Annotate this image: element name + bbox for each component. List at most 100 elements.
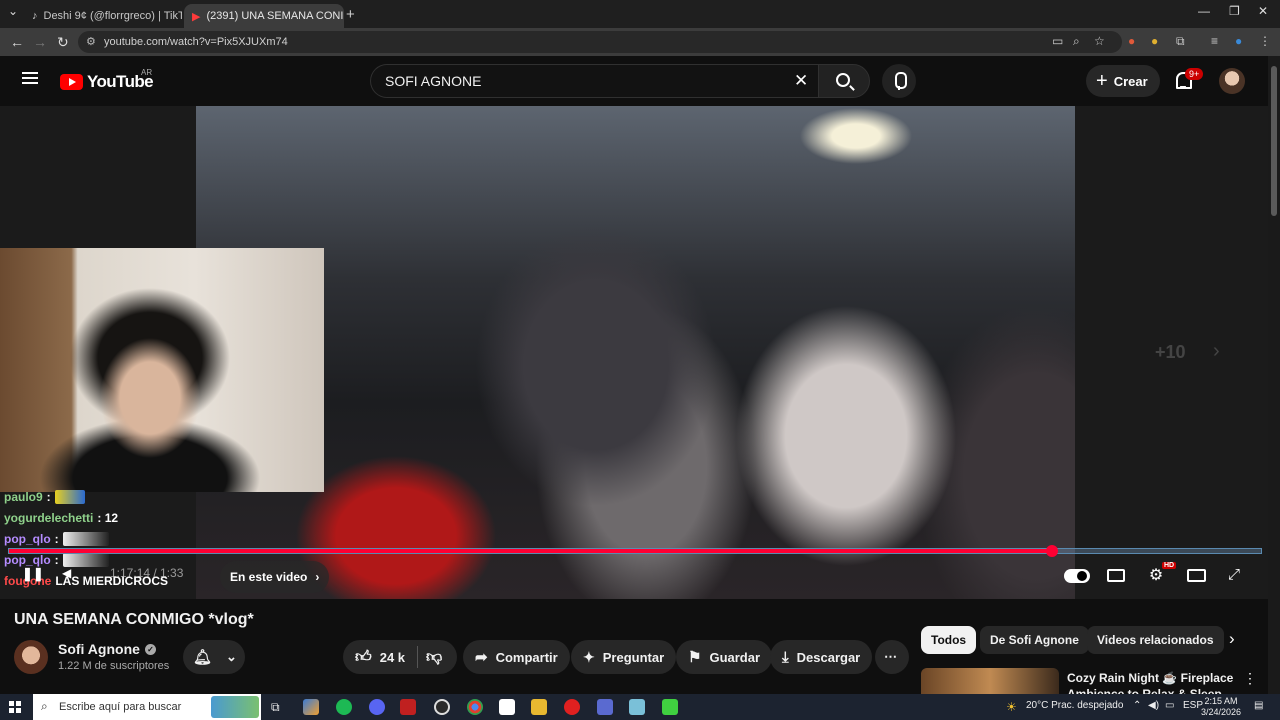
- autoplay-toggle[interactable]: [1064, 569, 1090, 583]
- clock-time: 2:15 AM: [1204, 696, 1238, 706]
- search-button[interactable]: [818, 64, 870, 98]
- chevron-right-icon: ›: [315, 570, 320, 584]
- cast-icon[interactable]: ▭: [1052, 34, 1063, 48]
- volume-icon[interactable]: ◀): [1148, 700, 1159, 711]
- task-view-icon[interactable]: ⧉: [271, 700, 280, 715]
- app-icon[interactable]: [499, 699, 515, 715]
- site-info-icon[interactable]: ⚙: [86, 35, 96, 48]
- discord-icon[interactable]: [369, 699, 385, 715]
- account-avatar[interactable]: [1219, 68, 1245, 94]
- search-input[interactable]: SOFI AGNONE: [370, 64, 818, 98]
- taskbar-search-input[interactable]: ⌕ Escribe aquí para buscar: [33, 694, 261, 720]
- kick-icon[interactable]: [662, 699, 678, 715]
- minimize-button[interactable]: —: [1198, 4, 1210, 18]
- verified-check-icon: ✓: [144, 643, 156, 655]
- more-vertical-icon[interactable]: ⋮: [1243, 670, 1257, 687]
- more-actions-button[interactable]: ⋯: [875, 640, 909, 674]
- video-frame[interactable]: [196, 106, 1075, 599]
- app-icon[interactable]: [597, 699, 613, 715]
- youtube-header: YouTube AR SOFI AGNONE ✕ + Crear 9+: [0, 56, 1280, 106]
- url-field[interactable]: ⚙ youtube.com/watch?v=Pix5XJUXm74: [78, 31, 1122, 53]
- youtube-logo[interactable]: YouTube: [60, 72, 154, 92]
- spotify-icon[interactable]: [336, 699, 352, 715]
- menu-kebab-icon[interactable]: ⋮: [1259, 34, 1271, 48]
- country-code: AR: [141, 68, 153, 77]
- copilot-icon[interactable]: [303, 699, 319, 715]
- tab-search-icon[interactable]: ⌄: [8, 4, 18, 18]
- weather-text[interactable]: 20°C Prac. despejado: [1026, 700, 1123, 711]
- reload-button[interactable]: ↻: [57, 34, 69, 51]
- chip-all[interactable]: Todos: [921, 626, 977, 654]
- file-explorer-icon[interactable]: [531, 699, 547, 715]
- like-dislike-group: 👍︎ 24 k 👎︎: [343, 640, 457, 674]
- app-icon[interactable]: [400, 699, 416, 715]
- zoom-icon[interactable]: ⌕: [1073, 34, 1080, 49]
- clear-search-icon[interactable]: ✕: [794, 71, 808, 91]
- download-icon: ⤓: [782, 648, 789, 666]
- time-display: 1:17:14 / 1:33: [110, 566, 184, 580]
- chip-from-channel[interactable]: De Sofi Agnone: [980, 626, 1089, 654]
- channel-name[interactable]: Sofi Agnone ✓: [58, 641, 156, 657]
- save-button[interactable]: ⚑ Guardar: [676, 640, 773, 674]
- bell-icon: 🔔︎: [193, 649, 213, 666]
- close-window-button[interactable]: ✕: [1258, 4, 1268, 18]
- tab-title: Deshi 9¢ (@florrgreco) | TikTok: [43, 10, 183, 22]
- scrollbar-thumb[interactable]: [1271, 66, 1277, 216]
- thumbs-down-icon[interactable]: 👎︎: [426, 648, 442, 667]
- share-icon: ➦: [475, 649, 488, 666]
- chapter-button[interactable]: En este video ›: [220, 561, 330, 593]
- share-button[interactable]: ➦ Compartir: [463, 640, 570, 674]
- tab-tiktok[interactable]: ♪ Deshi 9¢ (@florrgreco) | TikTok ✕: [24, 4, 182, 28]
- chip-related[interactable]: Videos relacionados: [1087, 626, 1224, 654]
- notification-center-icon[interactable]: ▤: [1254, 700, 1263, 711]
- menu-icon[interactable]: [22, 72, 38, 84]
- miniplayer-icon[interactable]: [1187, 569, 1206, 582]
- page-scrollbar[interactable]: [1268, 56, 1280, 694]
- channel-avatar[interactable]: [14, 640, 48, 674]
- like-count[interactable]: 24 k: [380, 650, 405, 665]
- download-button[interactable]: ⤓ Descargar: [770, 640, 873, 674]
- subtitles-icon[interactable]: [1107, 569, 1125, 582]
- chevron-right-icon[interactable]: ›: [1229, 629, 1235, 649]
- notification-badge: 9+: [1185, 68, 1204, 80]
- media-icon[interactable]: ≡: [1211, 34, 1218, 48]
- scrubber-handle[interactable]: [1045, 545, 1058, 557]
- profile-icon[interactable]: ●: [1235, 34, 1242, 48]
- volume-icon[interactable]: ◀: [62, 566, 71, 580]
- create-button[interactable]: + Crear: [1086, 65, 1160, 97]
- extension-icon[interactable]: ●: [1128, 34, 1135, 48]
- browser-tab-bar: ⌄ ♪ Deshi 9¢ (@florrgreco) | TikTok ✕ ▶ …: [0, 0, 1280, 28]
- tab-youtube[interactable]: ▶ (2391) UNA SEMANA CONI 🔊 ✕: [184, 4, 344, 28]
- windows-start-icon[interactable]: [9, 701, 21, 713]
- download-label: Descargar: [796, 649, 861, 665]
- fullscreen-icon[interactable]: ⤢: [1228, 566, 1240, 583]
- subscribe-bell-button[interactable]: 🔔︎ ⌄: [183, 640, 245, 674]
- chrome-icon[interactable]: [467, 699, 483, 715]
- video-player[interactable]: +10 › paulo9 : yogurdelechetti : 12 pop_…: [0, 106, 1268, 599]
- skip-forward-label[interactable]: +10: [1155, 342, 1186, 363]
- language-indicator[interactable]: ESP: [1183, 700, 1203, 711]
- extension-icon[interactable]: ●: [1151, 34, 1158, 48]
- extensions-puzzle-icon[interactable]: ⧉: [1176, 34, 1185, 49]
- opera-icon[interactable]: [564, 699, 580, 715]
- recommendation-title[interactable]: Cozy Rain Night ☕ Fireplace Ambience to …: [1067, 670, 1237, 694]
- new-tab-button[interactable]: +: [346, 6, 355, 23]
- obs-icon[interactable]: [434, 699, 450, 715]
- progress-bar[interactable]: [8, 545, 1262, 557]
- progress-fill: [9, 549, 1052, 553]
- taskbar-clock[interactable]: 2:15 AM 3/24/2026: [1201, 696, 1241, 718]
- youtube-play-icon: [60, 74, 83, 90]
- back-button[interactable]: ←: [10, 34, 24, 50]
- pause-icon[interactable]: ❚❚: [22, 566, 44, 582]
- chat-text: :: [54, 553, 59, 567]
- voice-search-icon[interactable]: [882, 64, 916, 98]
- network-icon[interactable]: ▭: [1165, 700, 1174, 711]
- restore-button[interactable]: ❐: [1229, 4, 1240, 18]
- forward-button[interactable]: →: [33, 34, 47, 50]
- ask-button[interactable]: ✦ Preguntar: [571, 640, 677, 674]
- app-icon[interactable]: [629, 699, 645, 715]
- channel-name-text: Sofi Agnone: [58, 641, 140, 657]
- chevron-up-icon[interactable]: ⌃: [1133, 700, 1141, 711]
- thumbs-up-icon[interactable]: 👍︎: [355, 648, 372, 667]
- bookmark-star-icon[interactable]: ☆: [1094, 34, 1105, 48]
